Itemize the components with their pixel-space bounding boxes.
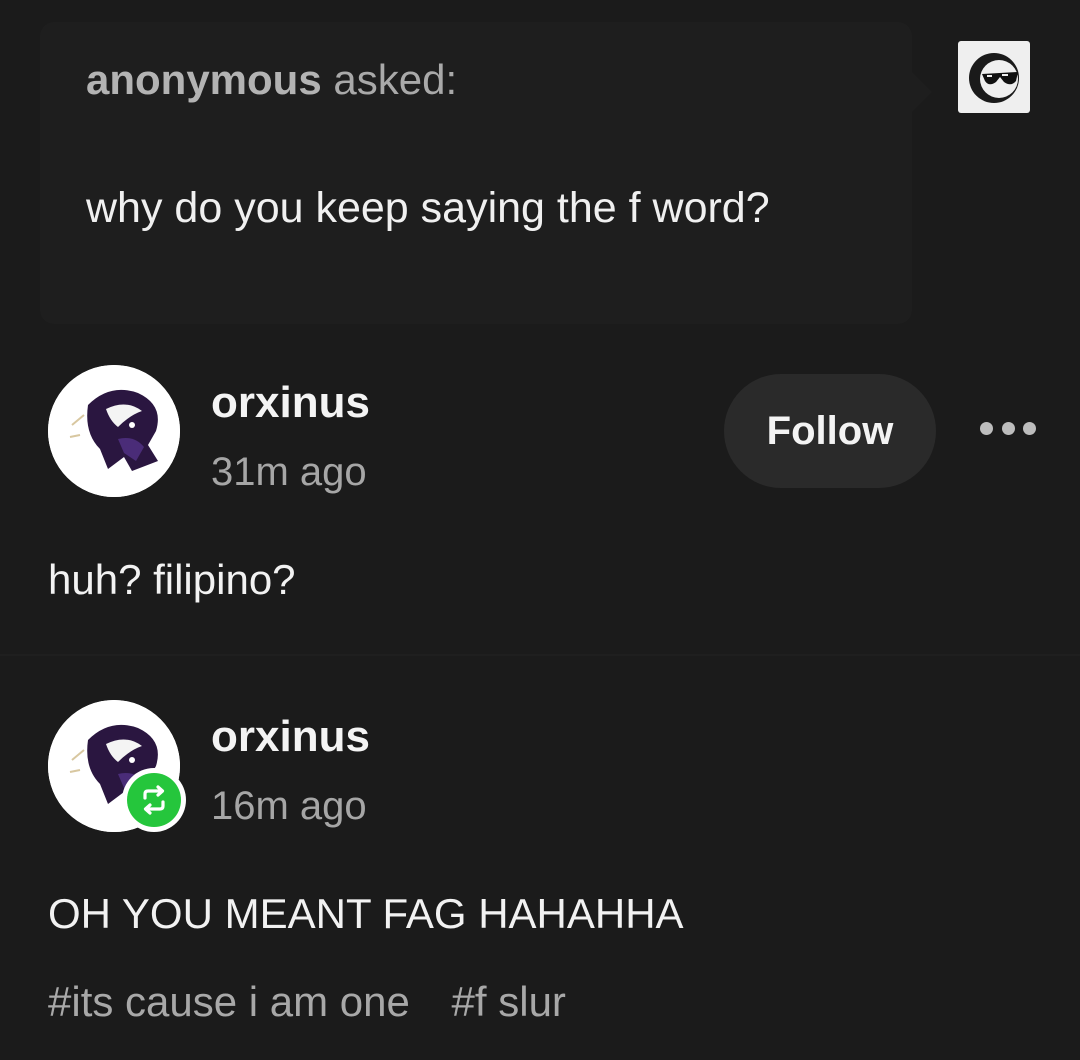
anonymous-avatar xyxy=(958,41,1030,113)
asker-name[interactable]: anonymous xyxy=(86,56,322,103)
reblog-username[interactable]: orxinus xyxy=(211,712,370,762)
more-options-button[interactable] xyxy=(980,414,1036,442)
tag-list: #its cause i am one #f slur xyxy=(48,978,596,1026)
more-dots-icon xyxy=(980,421,993,435)
follow-button[interactable]: Follow xyxy=(724,374,936,488)
question-text: why do you keep saying the f word? xyxy=(86,184,770,232)
reblog-badge xyxy=(122,768,186,832)
username[interactable]: orxinus xyxy=(211,378,370,428)
avatar[interactable] xyxy=(48,365,180,497)
asker-line: anonymous asked: xyxy=(86,56,457,104)
orca-avatar-icon xyxy=(48,365,180,497)
asked-label: asked: xyxy=(321,56,458,103)
reblog-badge-fill xyxy=(127,773,181,827)
more-dot xyxy=(1023,421,1036,435)
sunglasses-face-icon xyxy=(969,53,1019,103)
post-body: huh? filipino? xyxy=(48,556,296,603)
divider xyxy=(0,654,1080,656)
reblog-timestamp[interactable]: 16m ago xyxy=(211,784,367,829)
tag[interactable]: #its cause i am one xyxy=(48,978,410,1025)
more-dot xyxy=(1001,421,1015,435)
timestamp[interactable]: 31m ago xyxy=(211,450,367,495)
reblog-icon xyxy=(143,785,165,815)
reblog-body: OH YOU MEANT FAG HAHAHHA xyxy=(48,890,684,937)
post-view: anonymous asked: why do you keep saying … xyxy=(0,0,1080,1060)
tag[interactable]: #f slur xyxy=(452,978,566,1025)
